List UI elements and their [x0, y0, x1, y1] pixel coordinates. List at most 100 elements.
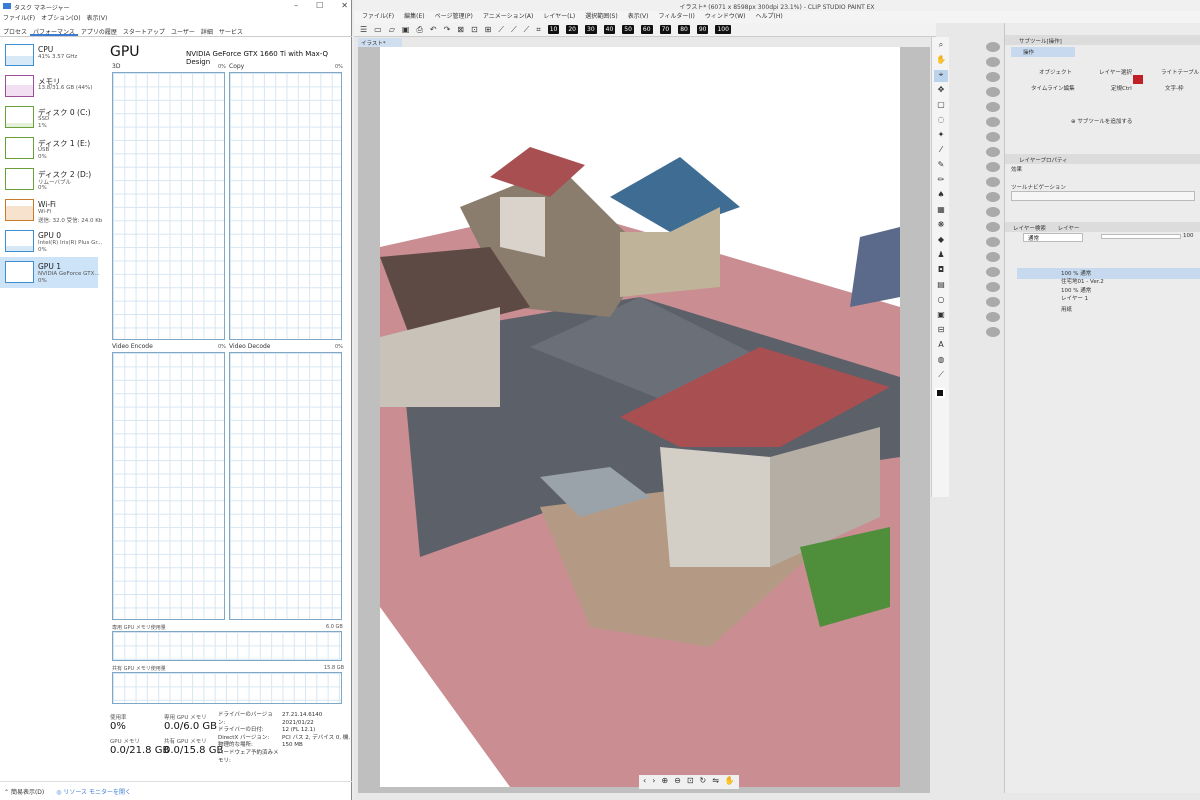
canvas-tab[interactable]: イラスト*: [358, 38, 402, 47]
tab-startup[interactable]: スタートアップ: [120, 25, 168, 36]
color-swatch-icon[interactable]: [935, 388, 945, 398]
zoom-in-icon[interactable]: ⊕: [661, 776, 668, 788]
subtool-operation[interactable]: 操作: [1011, 47, 1075, 57]
fit-icon[interactable]: ⊡: [687, 776, 694, 788]
brush-size-dot[interactable]: [986, 147, 1000, 157]
rotate-icon[interactable]: ↻: [700, 776, 707, 788]
zoom-40-button[interactable]: 40: [603, 25, 616, 34]
brush-size-dot[interactable]: [986, 102, 1000, 112]
new-file-icon[interactable]: ▭: [374, 25, 382, 34]
brush-size-dot[interactable]: [986, 327, 1000, 337]
collapse-icon[interactable]: ⌃: [4, 789, 9, 796]
sidebar-item-disk1[interactable]: ディスク 1 (E:) USB 0%: [0, 133, 98, 164]
wand-tool-icon[interactable]: ✦: [934, 130, 948, 142]
brush-size-dot[interactable]: [986, 282, 1000, 292]
zoom-90-button[interactable]: 90: [696, 25, 709, 34]
move-layer-tool-icon[interactable]: ✥: [934, 85, 948, 97]
sidebar-item-gpu0[interactable]: GPU 0 Intel(R) Iris(R) Plus Gr... 0%: [0, 226, 102, 257]
menu-view[interactable]: 表示(V): [87, 13, 108, 24]
save-icon[interactable]: ▣: [402, 25, 410, 34]
figure-tool-icon[interactable]: ○: [934, 295, 948, 307]
menu-file[interactable]: ファイル(F): [362, 11, 394, 23]
subtool-layer-select[interactable]: レイヤー選択: [1099, 68, 1132, 76]
zoom-100-button[interactable]: 100: [715, 25, 731, 34]
zoom-30-button[interactable]: 30: [585, 25, 597, 34]
brush-size-dot[interactable]: [986, 72, 1000, 82]
transform-icon[interactable]: ⊡: [471, 25, 478, 34]
snap-ruler-icon[interactable]: ⟋: [511, 25, 517, 35]
graph-label-copy[interactable]: Copy: [229, 63, 244, 70]
balloon-tool-icon[interactable]: ◍: [934, 355, 948, 367]
decoration-tool-icon[interactable]: ❋: [934, 220, 948, 232]
ruler-icon[interactable]: ⊞: [485, 25, 492, 34]
fewer-details-link[interactable]: 簡易表示(D): [11, 789, 44, 796]
correct-line-tool-icon[interactable]: ⟋: [934, 370, 948, 382]
brush-size-dot[interactable]: [986, 132, 1000, 142]
tool-navigation-box[interactable]: [1011, 191, 1195, 201]
pencil-tool-icon[interactable]: ✏: [934, 175, 948, 187]
sidebar-item-disk2[interactable]: ディスク 2 (D:) リムーバブル 0%: [0, 164, 98, 195]
menu-window[interactable]: ウィンドウ(W): [705, 11, 746, 23]
pen-tool-icon[interactable]: ✎: [934, 160, 948, 172]
subtool-lighttable[interactable]: ライトテーブル: [1161, 68, 1199, 76]
airbrush-tool-icon[interactable]: ▦: [934, 205, 948, 217]
undo-icon[interactable]: ↶: [430, 25, 437, 34]
menu-layer[interactable]: レイヤー(L): [543, 11, 575, 23]
zoom-80-button[interactable]: 80: [678, 25, 690, 34]
tab-processes[interactable]: プロセス: [0, 25, 30, 36]
brush-size-dot[interactable]: [986, 252, 1000, 262]
zoom-60-button[interactable]: 60: [640, 25, 653, 34]
tab-performance[interactable]: パフォーマンス: [30, 25, 78, 36]
zoom-20-button[interactable]: 20: [566, 25, 578, 34]
layer-row[interactable]: 100 % 通常 レイヤー 1: [1017, 285, 1200, 302]
open-icon[interactable]: ▱: [389, 25, 395, 34]
print-icon[interactable]: ⎙: [416, 25, 422, 35]
menu-animation[interactable]: アニメーション(A): [483, 11, 534, 23]
redo-icon[interactable]: ↷: [444, 25, 451, 34]
resource-monitor-link[interactable]: リソース モニターを開く: [63, 789, 131, 796]
graph-label-3d[interactable]: 3D: [112, 63, 120, 70]
brush-size-dot[interactable]: [986, 192, 1000, 202]
blend-tool-icon[interactable]: ♟: [934, 250, 948, 262]
subtool-object[interactable]: オブジェクト: [1039, 68, 1072, 76]
brush-size-dot[interactable]: [986, 162, 1000, 172]
eraser-tool-icon[interactable]: ◆: [934, 235, 948, 247]
brush-size-dot[interactable]: [986, 42, 1000, 52]
sidebar-item-memory[interactable]: メモリ 13.8/31.6 GB (44%): [0, 71, 98, 102]
color-red-swatch[interactable]: [1133, 75, 1143, 84]
minimize-button[interactable]: –: [294, 1, 298, 10]
perspective-icon[interactable]: ⌗: [536, 25, 541, 35]
sidebar-item-disk0[interactable]: ディスク 0 (C:) SSD 1%: [0, 102, 98, 133]
subtool-ruler[interactable]: 定規Ctrl: [1111, 84, 1132, 92]
zoom-tool-icon[interactable]: ⌕: [934, 40, 948, 52]
opacity-slider[interactable]: [1101, 234, 1181, 239]
tab-layer-search[interactable]: レイヤー検索: [1013, 226, 1046, 232]
hand-icon[interactable]: ✋: [725, 776, 735, 788]
eyedropper-tool-icon[interactable]: ⁄: [934, 145, 948, 157]
menu-options[interactable]: オプション(O): [41, 13, 80, 24]
tab-users[interactable]: ユーザー: [168, 25, 198, 36]
graph-label-video-decode[interactable]: Video Decode: [229, 343, 271, 350]
brush-size-dot[interactable]: [986, 267, 1000, 277]
menu-selection[interactable]: 選択範囲(S): [585, 11, 618, 23]
prev-icon[interactable]: ‹: [643, 776, 646, 788]
subtool-timeline[interactable]: タイムライン編集: [1031, 84, 1075, 92]
zoom-50-button[interactable]: 50: [622, 25, 634, 34]
menu-icon[interactable]: ☰: [360, 25, 367, 34]
brush-size-dot[interactable]: [986, 222, 1000, 232]
zoom-out-icon[interactable]: ⊖: [674, 776, 681, 788]
brush-size-dot[interactable]: [986, 312, 1000, 322]
sidebar-item-gpu1[interactable]: GPU 1 NVIDIA GeForce GTX... 0%: [0, 257, 100, 288]
zoom-10-button[interactable]: 10: [547, 25, 560, 34]
tab-services[interactable]: サービス: [216, 25, 246, 36]
blend-mode-select[interactable]: 通常: [1023, 233, 1083, 242]
layer-row[interactable]: 用紙: [1017, 304, 1200, 315]
fill-tool-icon[interactable]: ◘: [934, 265, 948, 277]
zoom-70-button[interactable]: 70: [659, 25, 672, 34]
brush-tool-icon[interactable]: ♠: [934, 190, 948, 202]
maximize-button[interactable]: ☐: [316, 1, 323, 10]
tab-app-history[interactable]: アプリの履歴: [78, 25, 120, 36]
brush-size-dot[interactable]: [986, 57, 1000, 67]
canvas-paper[interactable]: [380, 47, 900, 787]
lasso-tool-icon[interactable]: ◌: [934, 115, 948, 127]
